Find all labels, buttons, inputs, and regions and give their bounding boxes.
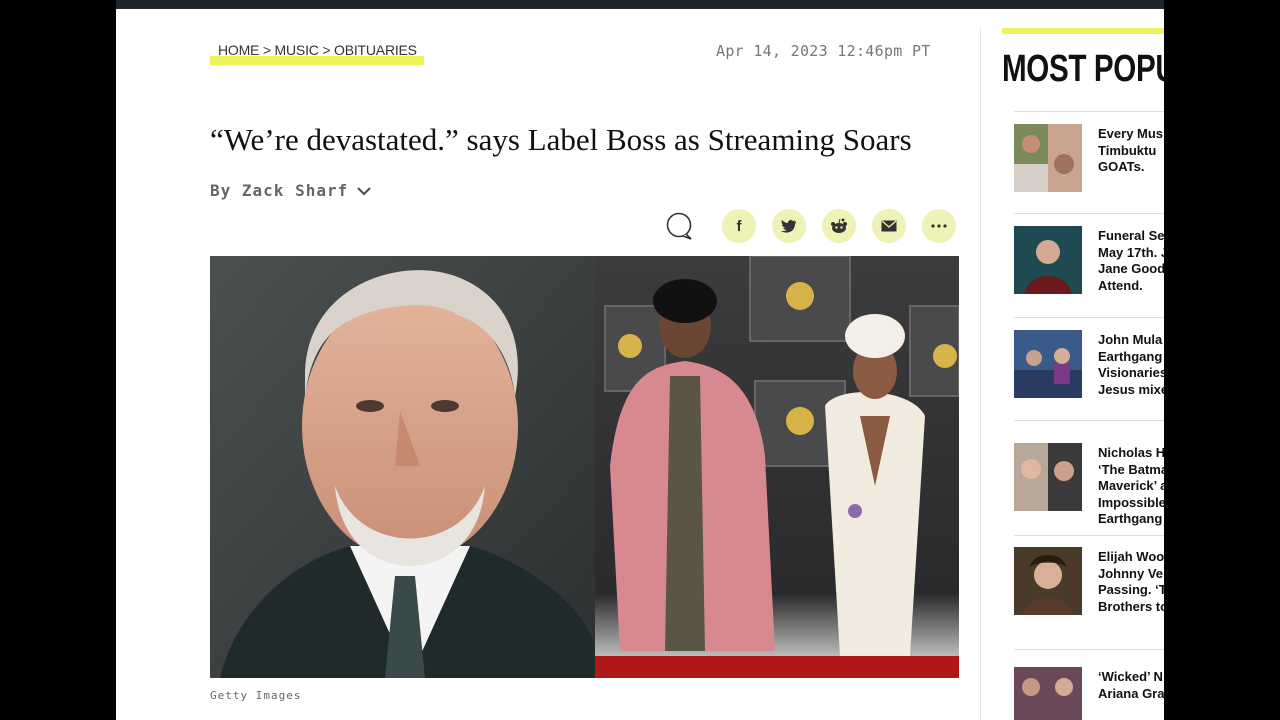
twitter-icon <box>781 219 796 233</box>
email-share-button[interactable] <box>872 209 906 243</box>
most-popular-sidebar: MOST POPUL <box>1002 28 1164 91</box>
more-share-button[interactable] <box>922 209 956 243</box>
item-thumbnail[interactable] <box>1014 330 1082 398</box>
email-icon <box>881 220 897 232</box>
item-divider <box>1014 111 1164 112</box>
item-headline[interactable]: Funeral Se May 17th. J Jane Good Attend. <box>1098 228 1164 294</box>
sidebar-accent-bar <box>1002 28 1164 34</box>
byline[interactable]: By Zack Sharf <box>210 181 372 200</box>
item-thumbnail[interactable] <box>1014 443 1082 511</box>
item-headline[interactable]: Every Mus Timbuktu GOATs. <box>1098 126 1164 176</box>
twitter-share-button[interactable] <box>772 209 806 243</box>
item-headline[interactable]: Nicholas H ‘The Batma Maverick’ a Imposs… <box>1098 445 1164 528</box>
comment-icon[interactable] <box>664 211 694 241</box>
item-divider <box>1014 649 1164 650</box>
publish-date: Apr 14, 2023 12:46pm PT <box>716 42 931 60</box>
more-icon <box>931 224 947 228</box>
item-thumbnail[interactable] <box>1014 547 1082 615</box>
item-headline[interactable]: John Mula Earthgang Visionaries Jesus mi… <box>1098 332 1164 398</box>
author-name[interactable]: By Zack Sharf <box>210 181 348 200</box>
sidebar-title: MOST POPUL <box>1002 48 1164 90</box>
breadcrumb-text[interactable]: HOME > MUSIC > OBITUARIES <box>210 42 417 58</box>
item-thumbnail[interactable] <box>1014 226 1082 294</box>
item-thumbnail[interactable] <box>1014 124 1082 192</box>
item-divider <box>1014 420 1164 421</box>
item-divider <box>1014 213 1164 214</box>
facebook-icon: f <box>736 217 742 235</box>
item-divider <box>1014 317 1164 318</box>
item-thumbnail[interactable] <box>1014 667 1082 720</box>
item-headline[interactable]: Elijah Woo Johnny Ve Passing. ‘T Brother… <box>1098 549 1164 615</box>
article-hero-image <box>210 256 959 678</box>
reddit-share-button[interactable] <box>822 209 856 243</box>
facebook-share-button[interactable]: f <box>722 209 756 243</box>
article-page: HOME > MUSIC > OBITUARIES Apr 14, 2023 1… <box>116 0 1164 720</box>
image-caption: Getty Images <box>210 689 302 702</box>
breadcrumb[interactable]: HOME > MUSIC > OBITUARIES <box>210 42 424 65</box>
article-headline: “We’re devastated.” says Label Boss as S… <box>210 122 912 157</box>
item-divider <box>1014 535 1164 536</box>
reddit-icon <box>831 218 847 233</box>
chevron-down-icon[interactable] <box>356 183 372 199</box>
item-headline[interactable]: ‘Wicked’ N Ariana Gra <box>1098 669 1164 702</box>
top-bar <box>116 0 1164 9</box>
column-divider <box>980 28 981 720</box>
share-bar: f <box>664 209 956 243</box>
